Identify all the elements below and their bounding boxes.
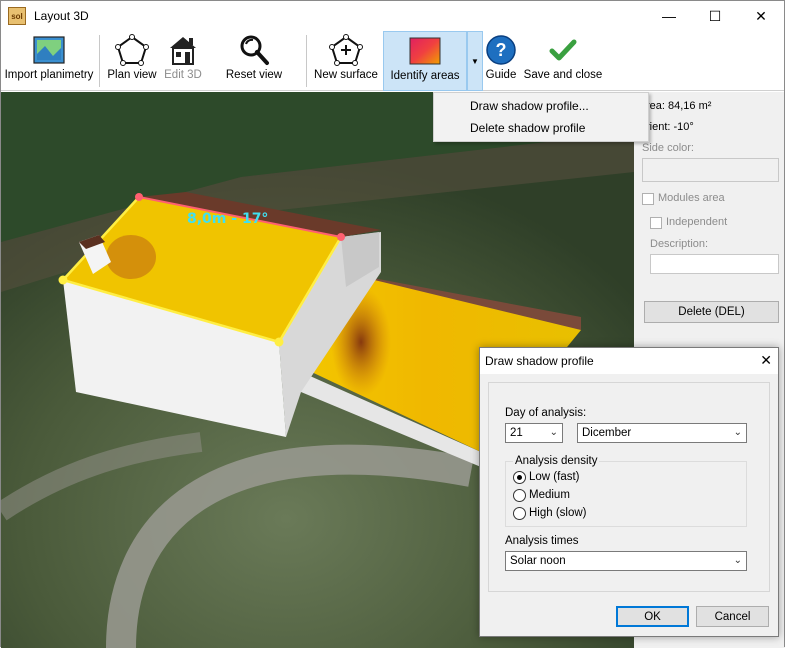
close-button[interactable]: ✕: [738, 1, 784, 31]
density-medium-label: Medium: [529, 489, 570, 501]
chevron-down-icon: ⌄: [733, 427, 742, 438]
identify-areas-button[interactable]: Identify areas: [383, 31, 467, 91]
layout-3d-window: sol Layout 3D — ☐ ✕ Import planimetry Pl…: [0, 0, 785, 648]
day-select-value: 21: [510, 427, 523, 439]
independent-checkbox[interactable]: [650, 217, 662, 229]
guide-label: Guide: [485, 69, 517, 81]
new-surface-label: New surface: [314, 69, 378, 81]
area-value: rea: 84,16 m²: [646, 100, 712, 112]
chevron-down-icon: ⌄: [549, 427, 558, 438]
toolbar-divider: [306, 35, 307, 87]
modules-area-checkbox[interactable]: [642, 193, 654, 205]
day-of-analysis-label: Day of analysis:: [505, 407, 587, 419]
menu-item-draw-shadow-profile[interactable]: Draw shadow profile...: [470, 99, 589, 113]
pentagon-icon: [115, 31, 149, 69]
pentagon-plus-icon: [329, 31, 363, 69]
month-select-value: Dicember: [582, 427, 632, 439]
plan-view-button[interactable]: Plan view: [105, 31, 159, 91]
window-title: Layout 3D: [34, 9, 89, 23]
orientation-value: rient: -10°: [646, 121, 694, 133]
dialog-content-frame: Day of analysis: 21 ⌄ Dicember ⌄ Analysi…: [488, 382, 770, 592]
save-and-close-label: Save and close: [523, 69, 603, 81]
svg-text:?: ?: [496, 40, 507, 60]
house-icon: [166, 31, 200, 69]
cancel-button[interactable]: Cancel: [696, 606, 769, 627]
gradient-square-icon: [409, 32, 441, 70]
density-high-radio[interactable]: [513, 507, 526, 520]
save-and-close-button[interactable]: Save and close: [523, 31, 603, 91]
new-surface-button[interactable]: New surface: [313, 31, 379, 91]
day-select[interactable]: 21 ⌄: [505, 423, 563, 443]
minimize-button[interactable]: —: [646, 1, 692, 31]
dialog-title: Draw shadow profile: [485, 354, 594, 368]
density-high-label: High (slow): [529, 507, 587, 519]
checkmark-icon: [548, 31, 578, 69]
analysis-times-label: Analysis times: [505, 535, 579, 547]
app-logo-icon: sol: [8, 7, 26, 25]
import-planimetry-icon: [33, 31, 65, 69]
toolbar-divider: [99, 35, 100, 87]
description-label: Description:: [650, 238, 709, 250]
toolbar: Import planimetry Plan view Edit 3D Rese…: [1, 31, 784, 91]
identify-areas-menu: Draw shadow profile... Delete shadow pro…: [433, 92, 649, 142]
dialog-title-bar[interactable]: Draw shadow profile ✕: [480, 348, 778, 374]
modules-area-label: Modules area: [658, 192, 725, 204]
guide-button[interactable]: ? Guide: [485, 31, 517, 91]
density-low-label: Low (fast): [529, 471, 580, 483]
reset-view-label: Reset view: [225, 69, 283, 81]
roof-dimension-label: 8,0m - 17°: [187, 211, 268, 227]
title-bar[interactable]: sol Layout 3D — ☐ ✕: [1, 1, 784, 31]
month-select[interactable]: Dicember ⌄: [577, 423, 747, 443]
import-planimetry-button[interactable]: Import planimetry: [3, 31, 95, 91]
dialog-close-icon[interactable]: ✕: [760, 352, 772, 369]
description-input[interactable]: [650, 254, 779, 274]
analysis-times-select[interactable]: Solar noon ⌄: [505, 551, 747, 571]
density-low-radio[interactable]: [513, 471, 526, 484]
analysis-density-label: Analysis density: [513, 455, 600, 467]
reset-view-button[interactable]: Reset view: [223, 31, 285, 91]
side-color-label: Side color:: [642, 142, 694, 154]
independent-label: Independent: [666, 216, 728, 228]
plan-view-label: Plan view: [107, 69, 157, 81]
identify-areas-dropdown-button[interactable]: ▼: [467, 31, 483, 91]
ok-button[interactable]: OK: [616, 606, 689, 627]
help-icon: ?: [485, 31, 517, 69]
import-planimetry-label: Import planimetry: [4, 69, 94, 81]
analysis-times-value: Solar noon: [510, 555, 566, 567]
window-controls: — ☐ ✕: [646, 1, 784, 31]
maximize-button[interactable]: ☐: [692, 1, 738, 31]
delete-surface-button[interactable]: Delete (DEL): [644, 301, 779, 323]
side-color-swatch[interactable]: [642, 158, 779, 182]
edit-3d-label: Edit 3D: [164, 69, 202, 81]
menu-item-delete-shadow-profile[interactable]: Delete shadow profile: [470, 121, 585, 135]
identify-areas-label: Identify areas: [390, 70, 460, 82]
magnifier-icon: [237, 31, 271, 69]
chevron-down-icon: ⌄: [733, 555, 742, 566]
draw-shadow-profile-dialog: Draw shadow profile ✕ Day of analysis: 2…: [479, 347, 779, 637]
density-medium-radio[interactable]: [513, 489, 526, 502]
chevron-down-icon: ▼: [471, 56, 479, 66]
edit-3d-button[interactable]: Edit 3D: [161, 31, 205, 91]
